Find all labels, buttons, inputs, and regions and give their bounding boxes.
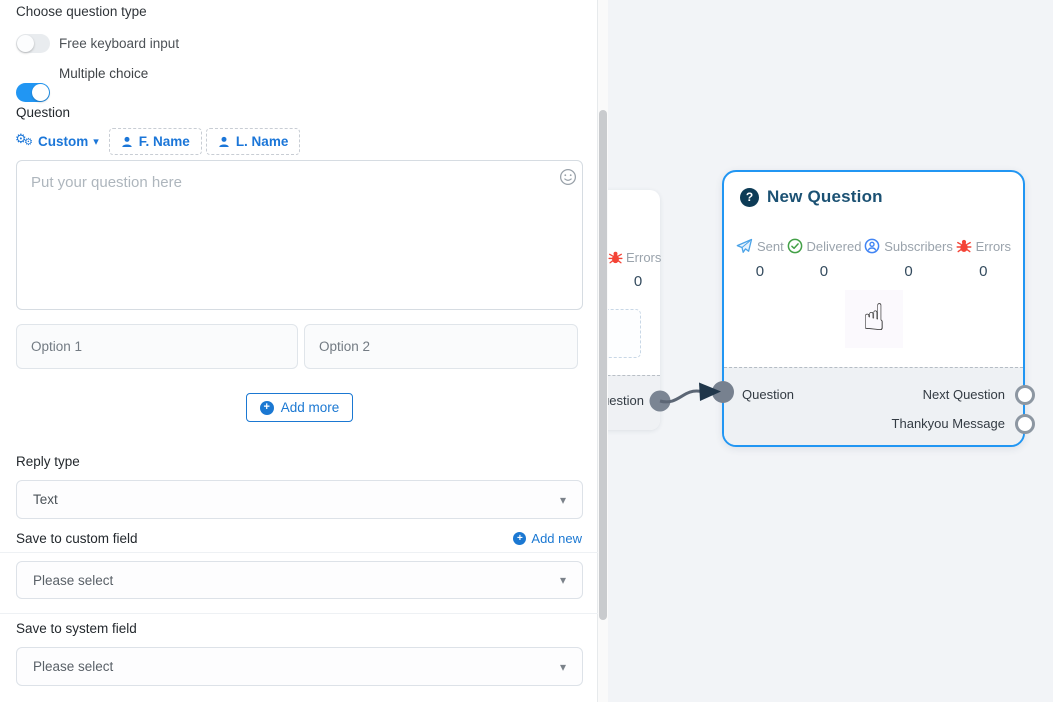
section-divider <box>0 613 598 614</box>
stat-delivered: Delivered 0 <box>787 238 862 280</box>
section-title-choose-question-type: Choose question type <box>16 4 147 19</box>
person-icon <box>121 136 133 148</box>
reply-type-label: Reply type <box>16 454 80 469</box>
section-divider <box>0 552 598 553</box>
edge-arrowhead-icon <box>699 383 721 402</box>
custom-field-select[interactable]: Please select ▾ <box>16 561 583 599</box>
app-screen: Errors 0 Next Question ? New Question <box>0 0 1053 702</box>
system-field-label: Save to system field <box>16 621 137 636</box>
chevron-down-icon: ▾ <box>560 493 566 507</box>
chip-label: L. Name <box>236 134 289 149</box>
input-port-label: Question <box>742 387 794 402</box>
stat-label: Delivered <box>807 239 862 254</box>
system-field-select[interactable]: Please select ▾ <box>16 647 583 686</box>
delivered-icon <box>787 238 803 254</box>
stat-label: Errors <box>626 250 661 265</box>
toggle-label: Free keyboard input <box>59 36 179 51</box>
partial-node-errors-stat: Errors 0 <box>608 250 668 290</box>
gears-icon: ⚙⚙ <box>16 134 33 150</box>
add-more-label: Add more <box>281 400 340 415</box>
stat-errors: Errors 0 <box>956 238 1011 280</box>
stat-value: 0 <box>608 273 668 290</box>
errors-icon <box>608 250 623 265</box>
custom-field-label: Save to custom field <box>16 531 138 546</box>
plus-circle-icon: + <box>260 401 274 415</box>
stat-value: 0 <box>979 263 987 280</box>
custom-button-label: Custom <box>38 134 88 149</box>
add-more-button[interactable]: + Add more <box>246 393 354 422</box>
cursor-highlight: ☝ <box>845 290 903 348</box>
new-question-node[interactable]: ? New Question Sent 0 <box>722 170 1025 447</box>
hand-cursor-icon: ☝ <box>863 299 886 336</box>
node-stats: Sent 0 Delivered 0 <box>724 238 1023 280</box>
question-section-label: Question <box>16 105 70 120</box>
stat-value: 0 <box>756 263 764 280</box>
stat-sent: Sent 0 <box>736 238 784 280</box>
stat-value: 0 <box>904 263 912 280</box>
output-port-thankyou-message[interactable] <box>1015 414 1035 434</box>
stat-subscribers: Subscribers 0 <box>864 238 953 280</box>
insert-fname-chip[interactable]: F. Name <box>109 128 202 155</box>
question-badge-icon: ? <box>740 188 759 207</box>
option-1-input[interactable] <box>16 324 298 369</box>
toggle-multiple-choice[interactable] <box>16 83 50 102</box>
errors-icon <box>956 238 972 254</box>
connected-output-port[interactable] <box>650 391 670 411</box>
person-icon <box>218 136 230 148</box>
stat-label: Sent <box>757 239 784 254</box>
chevron-down-icon: ▾ <box>560 660 566 674</box>
node-header: ? New Question <box>740 187 883 207</box>
insert-lname-chip[interactable]: L. Name <box>206 128 301 155</box>
question-settings-panel: Choose question type Free keyboard input… <box>0 0 598 702</box>
option-2-input[interactable] <box>304 324 578 369</box>
add-new-label: Add new <box>531 531 582 546</box>
emoji-picker-button[interactable] <box>559 168 577 186</box>
scrollbar-thumb[interactable] <box>599 110 607 620</box>
chevron-down-icon: ▾ <box>560 573 566 587</box>
output-port-next-question[interactable] <box>1015 385 1035 405</box>
send-icon <box>736 238 753 254</box>
stat-label: Subscribers <box>884 239 953 254</box>
stat-value: 0 <box>820 263 828 280</box>
selected-value: Text <box>33 492 58 507</box>
stat-label: Errors <box>976 239 1011 254</box>
question-text-input[interactable] <box>16 160 583 310</box>
chevron-down-icon: ▾ <box>93 135 99 148</box>
select-placeholder: Please select <box>33 573 113 588</box>
output-port-label: Next Question <box>923 387 1005 402</box>
panel-scrollbar[interactable] <box>598 0 608 702</box>
select-placeholder: Please select <box>33 659 113 674</box>
output-port-label: Thankyou Message <box>892 416 1005 431</box>
subscribers-icon <box>864 238 880 254</box>
node-footer: Question Next Question Thankyou Message <box>724 367 1023 445</box>
toggle-free-keyboard-input[interactable] <box>16 34 50 53</box>
reply-type-select[interactable]: Text ▾ <box>16 480 583 519</box>
smiley-icon <box>559 168 577 186</box>
custom-fields-dropdown-button[interactable]: ⚙⚙ Custom ▾ <box>16 130 105 154</box>
add-new-custom-field-button[interactable]: + Add new <box>513 531 582 546</box>
chip-label: F. Name <box>139 134 190 149</box>
node-title: New Question <box>767 187 883 207</box>
toggle-label: Multiple choice <box>59 66 148 81</box>
plus-circle-icon: + <box>513 532 526 545</box>
